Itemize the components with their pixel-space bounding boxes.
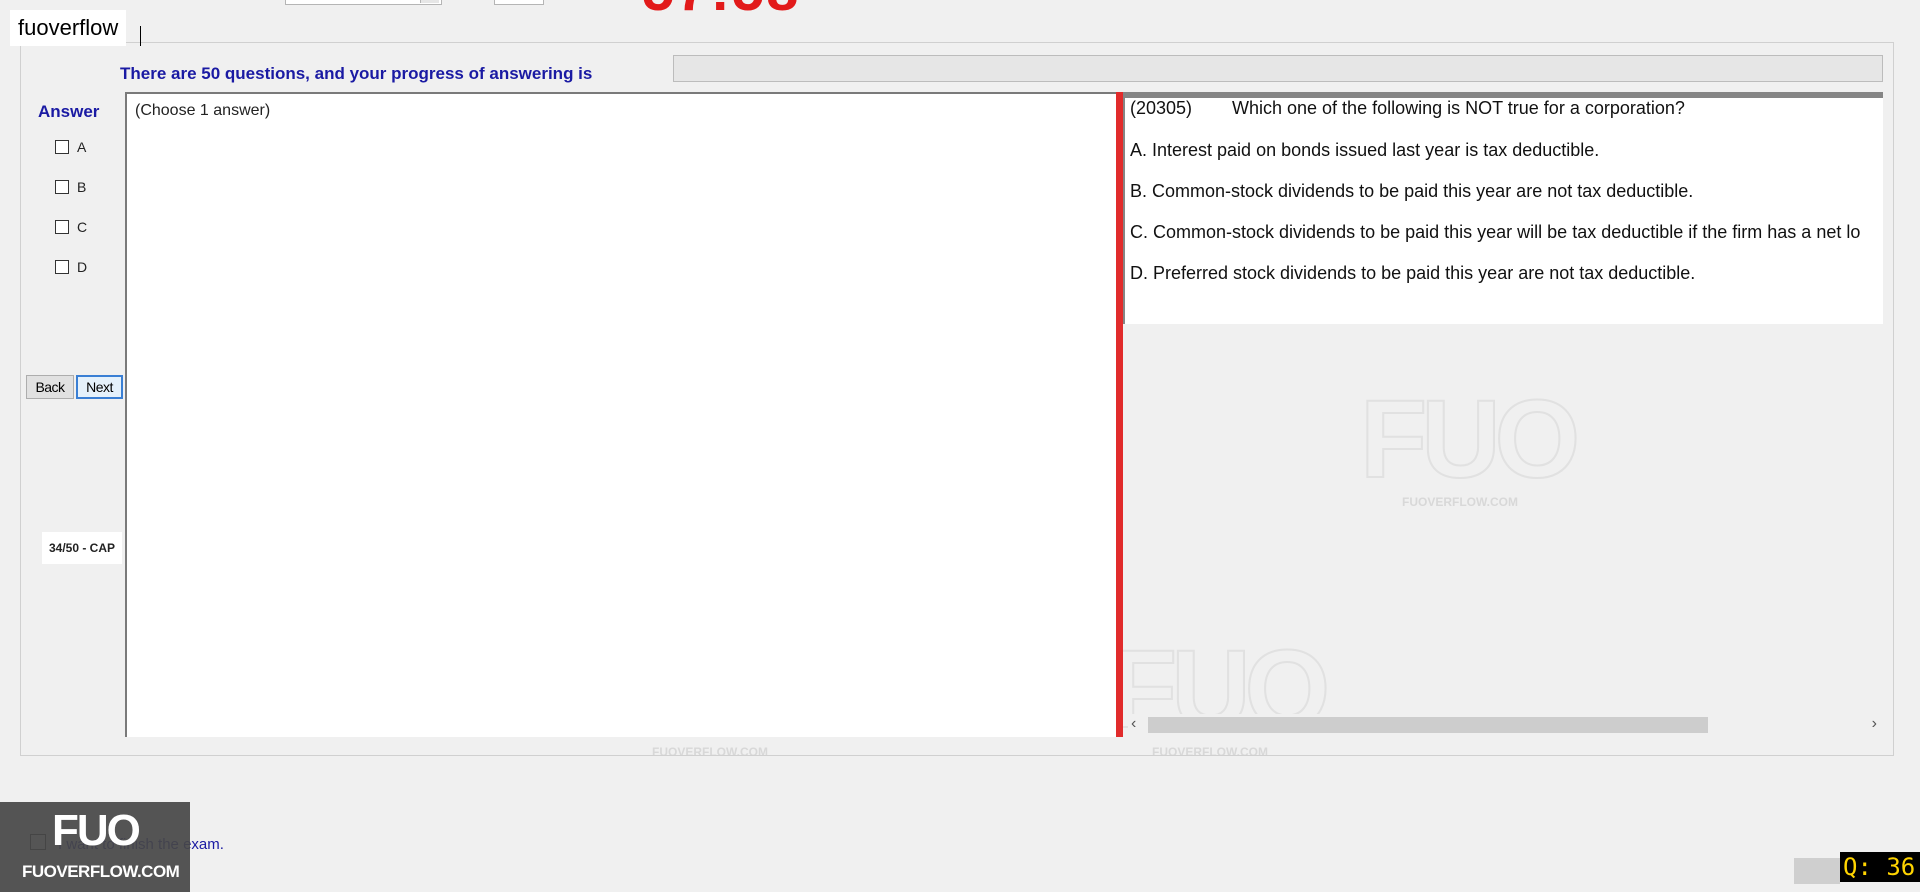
top-combo-dropdown-button[interactable] (420, 0, 439, 3)
checkbox-icon[interactable] (55, 140, 69, 154)
horizontal-scrollbar[interactable]: ‹ › (1128, 714, 1883, 736)
back-button[interactable]: Back (26, 375, 74, 399)
text-caret (140, 26, 141, 46)
answer-option-b[interactable]: B (55, 179, 86, 195)
question-choice-d: D. Preferred stock dividends to be paid … (1130, 263, 1696, 283)
scroll-left-icon[interactable]: ‹ (1131, 715, 1136, 733)
question-indicator: Q: 36 (1840, 852, 1920, 882)
answer-title: Answer (38, 102, 100, 121)
scroll-right-icon[interactable]: › (1872, 715, 1877, 733)
next-button[interactable]: Next (76, 375, 123, 399)
answer-option-d[interactable]: D (55, 259, 87, 275)
progress-bar (673, 55, 1883, 82)
answer-option-a[interactable]: A (55, 139, 86, 155)
question-choice-c: C. Common-stock dividends to be paid thi… (1130, 222, 1861, 242)
brand-label: fuoverflow (10, 10, 127, 47)
panel-splitter[interactable] (1116, 92, 1123, 737)
choose-hint: (Choose 1 answer) (135, 102, 271, 119)
indicator-background (1794, 858, 1840, 884)
answer-option-c[interactable]: C (55, 219, 87, 235)
question-text: Which one of the following is NOT true f… (1232, 98, 1685, 118)
scrollbar-thumb[interactable] (1148, 717, 1708, 733)
exam-timer: 57:58 (642, 0, 800, 20)
question-counter: 34/50 - CAP (42, 532, 122, 564)
fuoverflow-logo: FUO FUOVERFLOW.COM (0, 802, 190, 892)
top-small-field[interactable] (494, 0, 544, 5)
question-choice-b: B. Common-stock dividends to be paid thi… (1130, 181, 1694, 201)
checkbox-icon[interactable] (55, 260, 69, 274)
question-id: (20305) (1130, 98, 1193, 118)
top-combo-box[interactable] (285, 0, 442, 5)
checkbox-icon[interactable] (55, 220, 69, 234)
question-choice-a: A. Interest paid on bonds issued last ye… (1130, 140, 1600, 160)
answer-text-panel[interactable] (125, 92, 1117, 737)
progress-label: There are 50 questions, and your progres… (120, 64, 593, 83)
question-content: (20305) Which one of the following is NO… (1128, 92, 1883, 322)
checkbox-icon[interactable] (55, 180, 69, 194)
